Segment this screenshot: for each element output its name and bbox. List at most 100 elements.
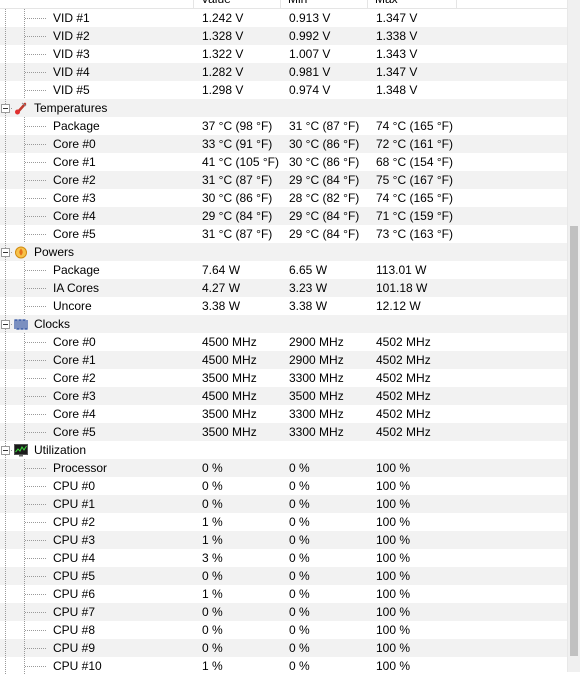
group-clocks[interactable]: Clocks	[0, 315, 567, 333]
sensor-row[interactable]: CPU #2 1 % 0 % 100 %	[0, 513, 567, 531]
column-max[interactable]: Max	[368, 0, 457, 8]
tree-line	[25, 144, 47, 145]
group-utilization[interactable]: Utilization	[0, 441, 567, 459]
column-value[interactable]: Value	[194, 0, 281, 8]
tree-line	[5, 567, 6, 585]
sensor-label: CPU #8	[53, 623, 96, 637]
sensor-row[interactable]: Core #2 3500 MHz 3300 MHz 4502 MHz	[0, 369, 567, 387]
sensor-max: 100 %	[376, 659, 411, 673]
tree-line	[25, 378, 47, 379]
tree-line	[25, 630, 47, 631]
sensor-row[interactable]: Package 7.64 W 6.65 W 113.01 W	[0, 261, 567, 279]
sensor-row[interactable]: VID #3 1.322 V 1.007 V 1.343 V	[0, 45, 567, 63]
column-min[interactable]: Min	[281, 0, 368, 8]
tree-line	[5, 171, 6, 189]
sensor-value: 41 °C (105 °F)	[202, 155, 279, 169]
collapse-toggle[interactable]	[1, 248, 10, 257]
group-temperatures[interactable]: Temperatures	[0, 99, 567, 117]
sensor-row[interactable]: VID #5 1.298 V 0.974 V 1.348 V	[0, 81, 567, 99]
sensor-min: 29 °C (84 °F)	[289, 173, 360, 187]
sensor-row[interactable]: Core #5 3500 MHz 3300 MHz 4502 MHz	[0, 423, 567, 441]
sensor-row[interactable]: VID #4 1.282 V 0.981 V 1.347 V	[0, 63, 567, 81]
sensor-min: 6.65 W	[289, 263, 328, 277]
sensor-value: 0 %	[202, 461, 223, 475]
sensor-row[interactable]: Core #0 4500 MHz 2900 MHz 4502 MHz	[0, 333, 567, 351]
sensor-min: 0.992 V	[289, 29, 331, 43]
sensor-label: CPU #0	[53, 479, 96, 493]
tree-line	[5, 423, 6, 441]
sensor-min: 0 %	[289, 515, 310, 529]
sensor-max: 100 %	[376, 497, 411, 511]
sensor-min: 0 %	[289, 605, 310, 619]
collapse-toggle[interactable]	[1, 320, 10, 329]
sensor-max: 100 %	[376, 515, 411, 529]
tree-line	[5, 45, 6, 63]
sensor-row[interactable]: Core #4 29 °C (84 °F) 29 °C (84 °F) 71 °C (…	[0, 207, 567, 225]
sensor-row[interactable]: CPU #4 3 % 0 % 100 %	[0, 549, 567, 567]
sensor-max: 100 %	[376, 623, 411, 637]
sensor-max: 1.338 V	[376, 29, 418, 43]
sensor-row[interactable]: Package 37 °C (98 °F) 31 °C (87 °F) 74 °C (…	[0, 117, 567, 135]
sensor-max: 100 %	[376, 533, 411, 547]
group-label: Utilization	[34, 443, 87, 457]
sensor-row[interactable]: CPU #5 0 % 0 % 100 %	[0, 567, 567, 585]
sensor-value: 31 °C (87 °F)	[202, 227, 273, 241]
sensor-row[interactable]: CPU #10 1 % 0 % 100 %	[0, 657, 567, 675]
sensor-max: 12.12 W	[376, 299, 421, 313]
sensor-tree[interactable]: VID #1 1.242 V 0.913 V 1.347 V VID #2 1.328 V…	[0, 9, 567, 675]
sensor-row[interactable]: Core #0 33 °C (91 °F) 30 °C (86 °F) 72 °C (…	[0, 135, 567, 153]
sensor-row[interactable]: Core #3 4500 MHz 3500 MHz 4502 MHz	[0, 387, 567, 405]
sensor-label: Core #5	[53, 227, 96, 241]
sensor-value: 1 %	[202, 587, 223, 601]
sensor-min: 0 %	[289, 533, 310, 547]
tree-line	[5, 531, 6, 549]
scrollbar-thumb[interactable]	[570, 226, 578, 656]
tree-line	[25, 648, 47, 649]
group-powers[interactable]: Powers	[0, 243, 567, 261]
tree-line	[25, 360, 47, 361]
sensor-row[interactable]: CPU #7 0 % 0 % 100 %	[0, 603, 567, 621]
tree-line	[25, 504, 47, 505]
sensor-value: 1.328 V	[202, 29, 244, 43]
sensor-row[interactable]: Core #5 31 °C (87 °F) 29 °C (84 °F) 73 °C (…	[0, 225, 567, 243]
sensor-row[interactable]: Core #1 4500 MHz 2900 MHz 4502 MHz	[0, 351, 567, 369]
tree-line	[5, 495, 6, 513]
sensor-value: 29 °C (84 °F)	[202, 209, 273, 223]
sensor-label: Core #5	[53, 425, 96, 439]
sensor-row[interactable]: Uncore 3.38 W 3.38 W 12.12 W	[0, 297, 567, 315]
sensor-min: 0 %	[289, 461, 310, 475]
sensor-row[interactable]: Core #2 31 °C (87 °F) 29 °C (84 °F) 75 °C (…	[0, 171, 567, 189]
sensor-row[interactable]: CPU #9 0 % 0 % 100 %	[0, 639, 567, 657]
sensor-row[interactable]: Core #3 30 °C (86 °F) 28 °C (82 °F) 74 °C (…	[0, 189, 567, 207]
sensor-row[interactable]: Core #1 41 °C (105 °F) 30 °C (86 °F) 68 °C …	[0, 153, 567, 171]
sensor-row[interactable]: IA Cores 4.27 W 3.23 W 101.18 W	[0, 279, 567, 297]
tree-line	[25, 522, 47, 523]
sensor-min: 3300 MHz	[289, 371, 344, 385]
sensor-row[interactable]: VID #2 1.328 V 0.992 V 1.338 V	[0, 27, 567, 45]
sensor-max: 4502 MHz	[376, 353, 431, 367]
sensor-row[interactable]: CPU #8 0 % 0 % 100 %	[0, 621, 567, 639]
tree-line	[5, 207, 6, 225]
collapse-toggle[interactable]	[1, 446, 10, 455]
tree-line	[25, 396, 47, 397]
sensor-max: 71 °C (159 °F)	[376, 209, 453, 223]
sensor-max: 1.347 V	[376, 65, 418, 79]
tree-line	[25, 36, 47, 37]
sensor-row[interactable]: CPU #1 0 % 0 % 100 %	[0, 495, 567, 513]
sensor-row[interactable]: VID #1 1.242 V 0.913 V 1.347 V	[0, 9, 567, 27]
sensor-row[interactable]: CPU #6 1 % 0 % 100 %	[0, 585, 567, 603]
sensor-label: Core #3	[53, 389, 96, 403]
sensor-row[interactable]: CPU #0 0 % 0 % 100 %	[0, 477, 567, 495]
vertical-scrollbar[interactable]	[567, 0, 580, 672]
flame-icon	[14, 245, 28, 259]
sensor-row[interactable]: Processor 0 % 0 % 100 %	[0, 459, 567, 477]
sensor-row[interactable]: CPU #3 1 % 0 % 100 %	[0, 531, 567, 549]
tree-line	[25, 414, 47, 415]
sensor-row[interactable]: Core #4 3500 MHz 3300 MHz 4502 MHz	[0, 405, 567, 423]
collapse-toggle[interactable]	[1, 104, 10, 113]
sensor-label: VID #2	[53, 29, 90, 43]
column-sensor[interactable]	[0, 0, 194, 8]
sensor-max: 68 °C (154 °F)	[376, 155, 453, 169]
sensor-value: 4500 MHz	[202, 353, 257, 367]
sensor-max: 73 °C (163 °F)	[376, 227, 453, 241]
